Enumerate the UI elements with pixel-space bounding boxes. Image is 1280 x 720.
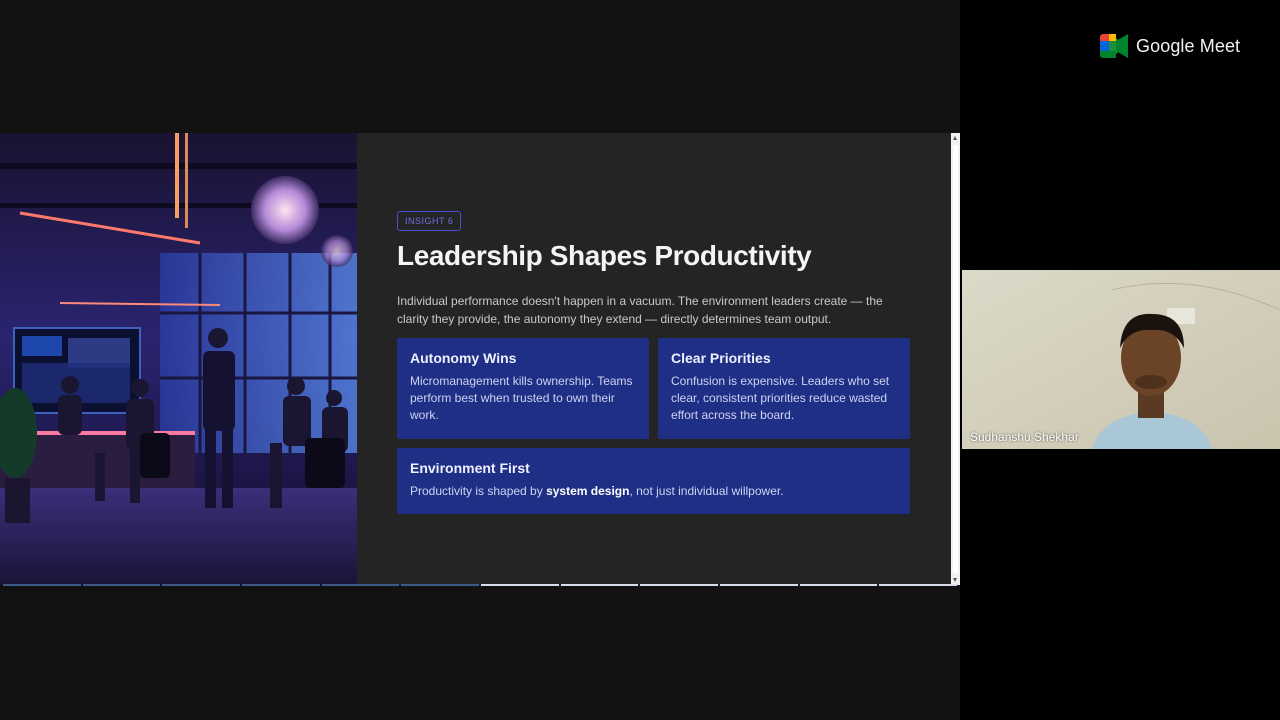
card-body: Micromanagement kills ownership. Teams p… [410,374,633,422]
slide-content: INSIGHT 6 Leadership Shapes Productivity… [397,211,911,514]
progress-segment [640,584,719,586]
card-body: Productivity is shaped by system design,… [410,483,898,500]
participant-video-feed [962,270,1280,449]
scroll-down-arrow-icon[interactable] [953,578,957,582]
participant-video-tile[interactable]: Sudhanshu Shekhar [962,270,1280,449]
progress-segment [401,584,480,586]
card-body-tail: , not just individual willpower. [629,484,784,498]
insight-cards: Autonomy Wins Micromanagement kills owne… [397,338,911,514]
progress-segment [82,584,161,586]
progress-segment [560,584,639,586]
card-title: Environment First [410,460,530,476]
google-meet-logo: Google Meet [1100,34,1240,58]
presented-slide: INSIGHT 6 Leadership Shapes Productivity… [0,133,951,585]
slide-intro-text: Individual performance doesn't happen in… [397,294,883,326]
office-illustration [0,133,357,585]
card-body: Confusion is expensive. Leaders who set … [671,374,890,422]
google-meet-wordmark: Google Meet [1136,35,1241,56]
progress-segment [879,584,958,586]
card-body-lead: Productivity is shaped by [410,484,547,498]
card-environment-first: Environment First Productivity is shaped… [397,448,910,514]
progress-segment [481,584,559,586]
progress-segment [162,584,241,586]
office-meeting-photo [0,133,357,585]
card-autonomy-wins: Autonomy Wins Micromanagement kills owne… [397,338,649,439]
google-meet-icon [1100,34,1128,58]
card-clear-priorities: Clear Priorities Confusion is expensive.… [658,338,910,439]
scrollbar-thumb[interactable] [953,145,958,573]
slide-title: Leadership Shapes Productivity [397,240,812,271]
participant-name-label: Sudhanshu Shekhar [970,430,1079,444]
progress-segment [720,584,798,586]
card-title: Autonomy Wins [410,350,517,366]
card-body-emphasis: system design [546,484,630,498]
progress-segment [321,584,400,586]
progress-segment [3,584,81,586]
progress-segment [799,584,878,586]
scroll-up-arrow-icon[interactable] [953,136,957,140]
insight-badge: INSIGHT 6 [397,211,462,231]
slide-scrollbar[interactable] [951,133,960,585]
slide-progress-bar [3,584,958,587]
progress-segment [242,584,320,586]
card-title: Clear Priorities [671,350,771,366]
